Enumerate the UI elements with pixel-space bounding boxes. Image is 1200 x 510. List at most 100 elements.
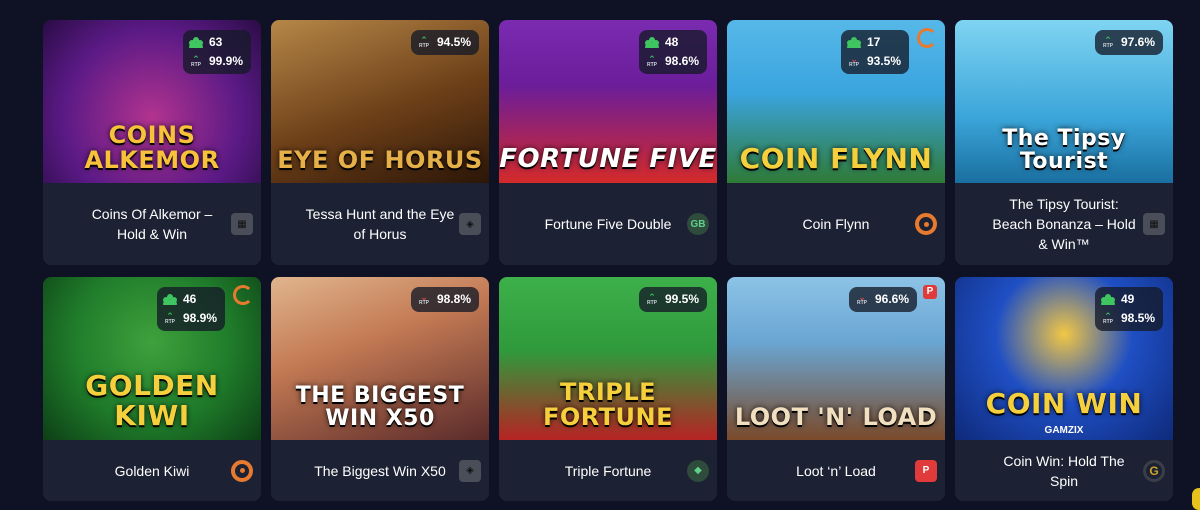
rtp-value: 98.6% <box>664 54 699 68</box>
provider-diamond-icon: ◆ <box>687 459 709 482</box>
rtp-up-icon: ⌃ RTP <box>1102 310 1113 325</box>
game-art-title: LOOT 'N' LOAD <box>734 402 938 431</box>
rtp-up-icon: ⌃ RTP <box>1102 34 1113 49</box>
provider-ring-icon <box>231 459 253 482</box>
game-card[interactable]: EYE OF HORUS ⌃ RTP 94.5% Tessa Hunt and th… <box>271 20 489 265</box>
game-stats-badge: 49 ⌃ RTP 98.5% <box>1094 287 1163 331</box>
game-card[interactable]: COINS ALKEMOR 63 ⌃ RTP 99.9% Coins Of Alke… <box>43 20 261 265</box>
game-meta: Loot ‘n’ Load P <box>727 440 945 501</box>
game-title[interactable]: Coin Flynn <box>761 214 911 234</box>
provider-ring-icon <box>917 28 937 48</box>
rtp-down-icon: ⌄ RTP <box>848 53 859 68</box>
game-thumbnail[interactable]: COIN WIN GAMZIX 49 ⌃ RTP 98.5% <box>955 277 1173 440</box>
provider-p-icon: P <box>923 285 937 299</box>
game-art-footer: GAMZIX <box>1044 425 1084 436</box>
game-thumbnail[interactable]: LOOT 'N' LOAD P ⌄ RTP 96.6% <box>727 277 945 440</box>
players-count: 63 <box>208 35 223 49</box>
game-title[interactable]: Fortune Five Double <box>533 214 683 234</box>
rtp-value: 94.5% <box>436 35 471 49</box>
provider-logo-icon: ◈ <box>459 459 481 482</box>
game-thumbnail[interactable]: TRIPLE FORTUNE ⌃ RTP 99.5% <box>499 277 717 440</box>
game-thumbnail[interactable]: GOLDEN KIWI 46 ⌃ RTP 98.9% <box>43 277 261 440</box>
rtp-up-icon: ⌃ RTP <box>190 53 201 68</box>
game-card[interactable]: LOOT 'N' LOAD P ⌄ RTP 96.6% Loot ‘n’ Load … <box>727 277 945 501</box>
rtp-value: 98.9% <box>182 311 217 325</box>
rtp-down-icon: ⌄ RTP <box>856 291 867 306</box>
scroll-to-top-button[interactable] <box>1192 488 1200 510</box>
game-thumbnail[interactable]: The Tipsy Tourist ⌃ RTP 97.6% <box>955 20 1173 183</box>
game-meta: Golden Kiwi <box>43 440 261 501</box>
players-count: 17 <box>866 35 881 49</box>
game-meta: Coin Flynn <box>727 183 945 265</box>
provider-logo-icon: ◈ <box>459 213 481 235</box>
players-count: 46 <box>182 292 197 306</box>
game-card[interactable]: COIN WIN GAMZIX 49 ⌃ RTP 98.5% Coin Win: H… <box>955 277 1173 501</box>
players-count: 49 <box>1120 292 1135 306</box>
game-stats-badge: 63 ⌃ RTP 99.9% <box>182 30 251 74</box>
rtp-up-icon: ⌃ RTP <box>164 310 175 325</box>
game-meta: The Tipsy Tourist: Beach Bonanza – Hold … <box>955 183 1173 265</box>
rtp-value: 96.6% <box>874 292 909 306</box>
game-art-title: The Tipsy Tourist <box>1002 125 1126 174</box>
game-title[interactable]: Loot ‘n’ Load <box>761 461 911 481</box>
provider-ring-icon <box>915 213 937 235</box>
provider-logo-icon: ▦ <box>1143 213 1165 235</box>
game-title[interactable]: The Tipsy Tourist: Beach Bonanza – Hold … <box>989 194 1139 254</box>
game-art-title: COIN FLYNN <box>739 141 933 175</box>
game-thumbnail[interactable]: COINS ALKEMOR 63 ⌃ RTP 99.9% <box>43 20 261 183</box>
game-card[interactable]: The Tipsy Tourist ⌃ RTP 97.6% The Tipsy To… <box>955 20 1173 265</box>
rtp-value: 99.9% <box>208 54 243 68</box>
game-art-title: EYE OF HORUS <box>277 145 483 174</box>
game-meta: Coins Of Alkemor – Hold & Win ▦ <box>43 183 261 265</box>
game-meta: Fortune Five Double GB <box>499 183 717 265</box>
game-stats-badge: ⌃ RTP 97.6% <box>1094 30 1163 55</box>
rtp-down-icon: ⌄ RTP <box>418 291 429 306</box>
players-icon <box>644 37 659 48</box>
provider-p-icon: P <box>915 459 937 482</box>
game-stats-badge: 17 ⌄ RTP 93.5% <box>840 30 909 74</box>
rtp-value: 98.8% <box>436 292 471 306</box>
game-stats-badge: ⌃ RTP 94.5% <box>410 30 479 55</box>
game-stats-badge: ⌄ RTP 96.6% <box>848 287 917 312</box>
game-title[interactable]: Coins Of Alkemor – Hold & Win <box>77 204 227 244</box>
game-card[interactable]: COIN FLYNN 17 ⌄ RTP 93.5% Coin Flynn <box>727 20 945 265</box>
game-art-title: COIN WIN <box>985 386 1143 420</box>
game-thumbnail[interactable]: FORTUNE FIVE 48 ⌃ RTP 98.6% <box>499 20 717 183</box>
game-title[interactable]: Triple Fortune <box>533 461 683 481</box>
games-grid: COINS ALKEMOR 63 ⌃ RTP 99.9% Coins Of Alke… <box>43 20 1173 501</box>
game-card[interactable]: TRIPLE FORTUNE ⌃ RTP 99.5% Triple Fortune … <box>499 277 717 501</box>
players-icon <box>846 37 861 48</box>
players-icon <box>1100 294 1115 305</box>
provider-logo-icon: ▦ <box>231 213 253 235</box>
gamebeat-icon: GB <box>687 213 709 235</box>
rtp-value: 99.5% <box>664 292 699 306</box>
game-title[interactable]: Coin Win: Hold The Spin <box>989 451 1139 491</box>
game-art-title: COINS ALKEMOR <box>84 120 220 174</box>
game-art-title: THE BIGGEST WIN X50 <box>295 382 465 431</box>
game-thumbnail[interactable]: THE BIGGEST WIN X50 ⌄ RTP 98.8% <box>271 277 489 440</box>
game-stats-badge: ⌄ RTP 98.8% <box>410 287 479 312</box>
game-meta: Tessa Hunt and the Eye of Horus ◈ <box>271 183 489 265</box>
rtp-value: 93.5% <box>866 54 901 68</box>
game-art-title: GOLDEN KIWI <box>85 369 219 432</box>
game-art-title: TRIPLE FORTUNE <box>542 377 674 431</box>
rtp-up-icon: ⌃ RTP <box>418 34 429 49</box>
game-thumbnail[interactable]: COIN FLYNN 17 ⌄ RTP 93.5% <box>727 20 945 183</box>
game-thumbnail[interactable]: EYE OF HORUS ⌃ RTP 94.5% <box>271 20 489 183</box>
players-count: 48 <box>664 35 679 49</box>
game-meta: Triple Fortune ◆ <box>499 440 717 501</box>
game-meta: Coin Win: Hold The Spin G <box>955 440 1173 501</box>
game-art-title: FORTUNE FIVE <box>499 143 717 174</box>
game-meta: The Biggest Win X50 ◈ <box>271 440 489 501</box>
players-icon <box>188 37 203 48</box>
game-title[interactable]: The Biggest Win X50 <box>305 461 455 481</box>
rtp-up-icon: ⌃ RTP <box>646 53 657 68</box>
game-stats-badge: 46 ⌃ RTP 98.9% <box>156 287 225 331</box>
rtp-value: 98.5% <box>1120 311 1155 325</box>
game-title[interactable]: Golden Kiwi <box>77 461 227 481</box>
game-card[interactable]: GOLDEN KIWI 46 ⌃ RTP 98.9% Golden Kiwi <box>43 277 261 501</box>
game-card[interactable]: THE BIGGEST WIN X50 ⌄ RTP 98.8% The Bigges… <box>271 277 489 501</box>
game-title[interactable]: Tessa Hunt and the Eye of Horus <box>305 204 455 244</box>
provider-ring-icon <box>233 285 253 305</box>
game-card[interactable]: FORTUNE FIVE 48 ⌃ RTP 98.6% Fortune Five D… <box>499 20 717 265</box>
